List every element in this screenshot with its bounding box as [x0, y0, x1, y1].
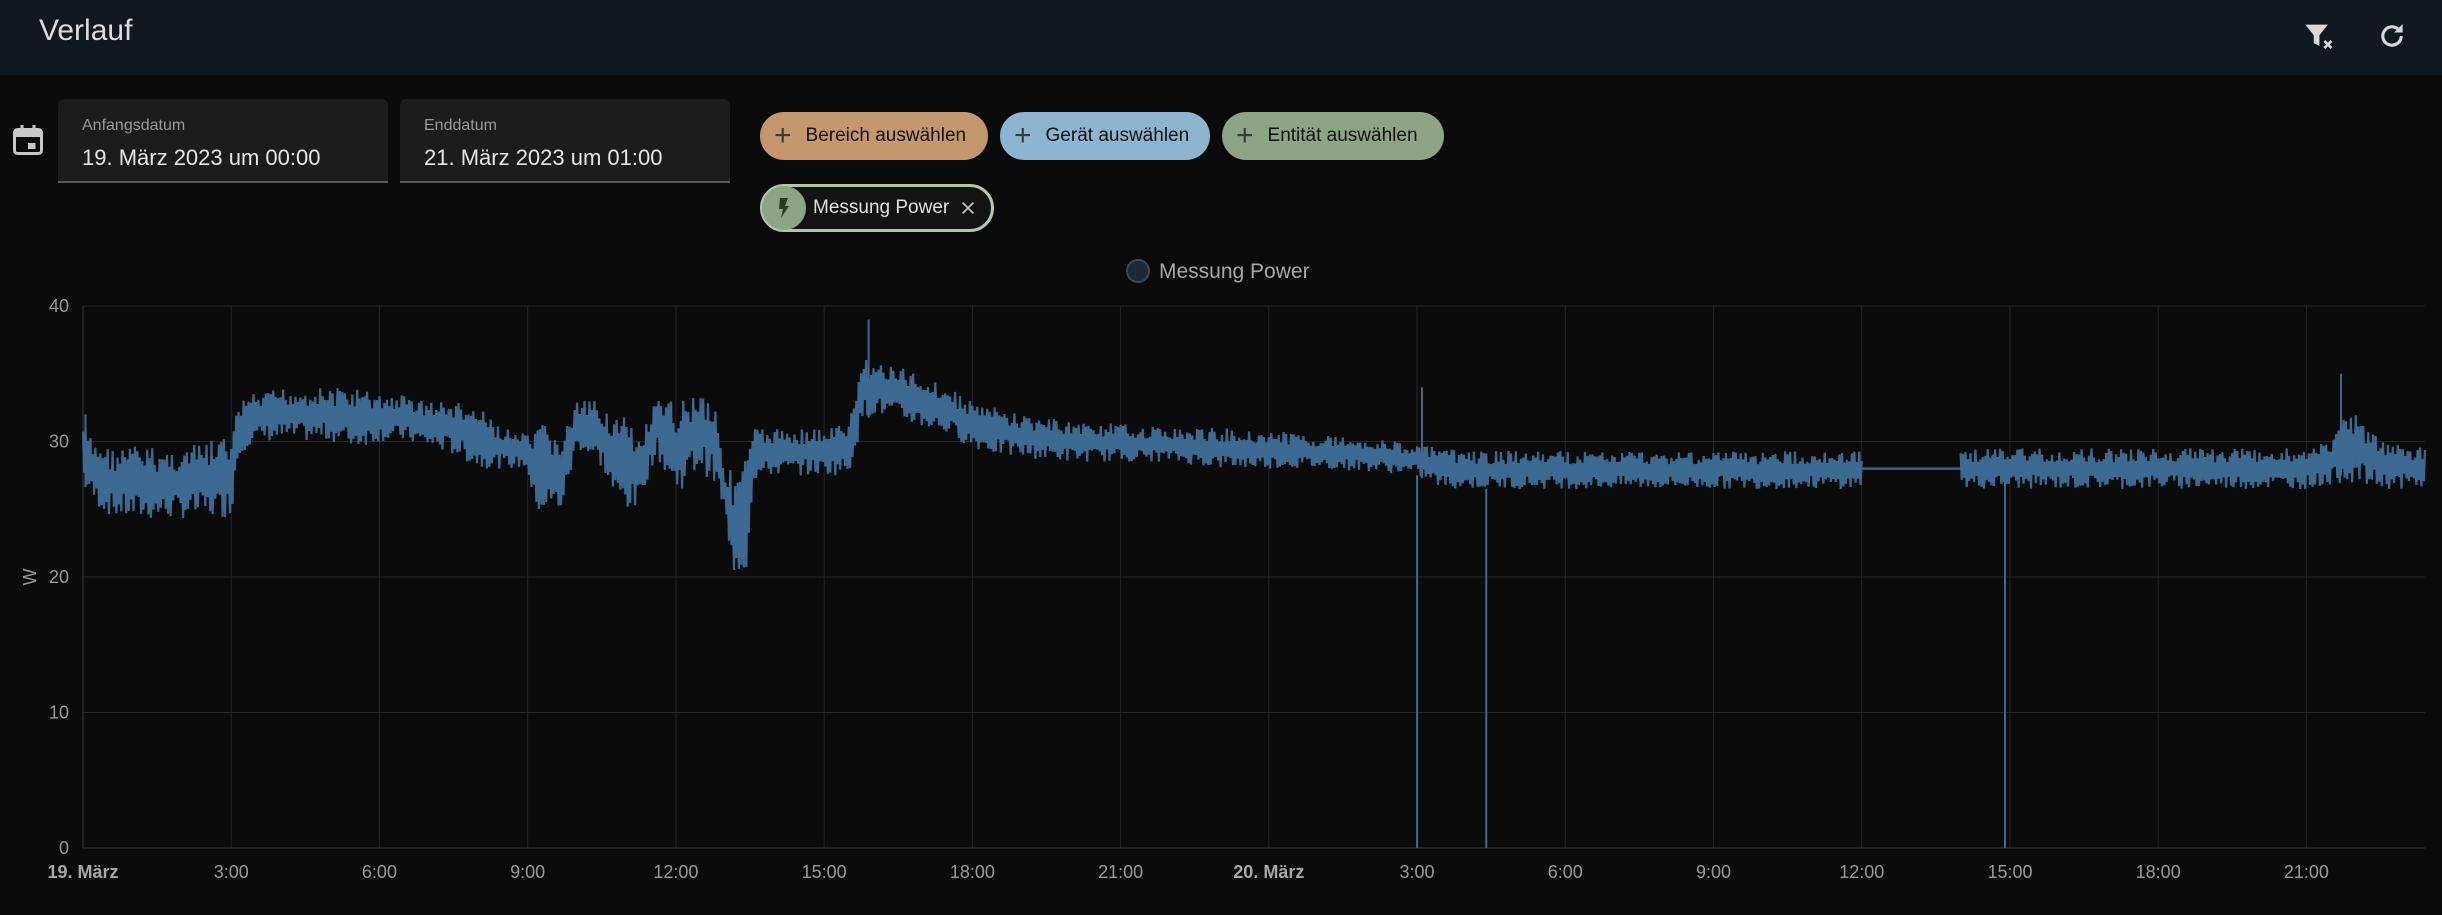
y-axis-label: W — [20, 569, 40, 586]
y-tick-label: 10 — [49, 703, 69, 723]
start-date-value: 19. März 2023 um 00:00 — [82, 145, 321, 170]
x-tick-label: 21:00 — [2284, 862, 2329, 882]
plus-icon: + — [774, 119, 792, 152]
x-tick-label: 15:00 — [1987, 862, 2032, 882]
filter-remove-icon — [2305, 24, 2333, 49]
end-date-value: 21. März 2023 um 01:00 — [424, 145, 663, 170]
entity-icon-badge — [762, 186, 806, 230]
calendar-icon[interactable] — [10, 122, 46, 158]
select-entity-button[interactable]: + Entität auswählen — [1222, 112, 1444, 160]
plus-icon: + — [1014, 119, 1032, 152]
selected-entity-chip: Messung Power — [760, 184, 994, 232]
selected-entity-label: Messung Power — [813, 197, 950, 218]
x-tick-label: 18:00 — [2136, 862, 2181, 882]
start-date-field[interactable]: Anfangsdatum 19. März 2023 um 00:00 — [58, 99, 388, 183]
x-tick-label: 12:00 — [1839, 862, 1884, 882]
clear-filter-button[interactable] — [2296, 14, 2340, 58]
select-entity-label: Entität auswählen — [1267, 125, 1418, 146]
x-tick-label: 12:00 — [653, 862, 698, 882]
select-device-button[interactable]: + Gerät auswählen — [1000, 112, 1210, 160]
start-date-label: Anfangsdatum — [82, 117, 186, 134]
end-date-label: Enddatum — [424, 117, 497, 134]
x-tick-label: 21:00 — [1098, 862, 1143, 882]
y-tick-label: 20 — [49, 567, 69, 587]
y-tick-label: 0 — [59, 838, 69, 858]
x-tick-label: 15:00 — [802, 862, 847, 882]
x-tick-label: 18:00 — [950, 862, 995, 882]
flash-icon — [779, 198, 789, 218]
x-tick-label: 9:00 — [1696, 862, 1731, 882]
y-tick-label: 40 — [49, 296, 69, 316]
x-tick-label: 19. März — [47, 862, 118, 882]
end-date-field[interactable]: Enddatum 21. März 2023 um 01:00 — [400, 99, 730, 183]
legend-label: Messung Power — [1159, 260, 1310, 283]
history-chart: 0 10 20 30 40 19. März 3:00 6:00 9:00 12:00 15:00 1… — [20, 259, 2427, 882]
x-tick-label: 6:00 — [1548, 862, 1583, 882]
x-tick-label: 3:00 — [1400, 862, 1435, 882]
x-tick-label: 6:00 — [362, 862, 397, 882]
select-device-label: Gerät auswählen — [1045, 125, 1190, 146]
plus-icon: + — [1236, 119, 1254, 152]
x-tick-label: 20. März — [1233, 862, 1304, 882]
page-title: Verlauf — [39, 14, 133, 47]
y-tick-label: 30 — [49, 432, 69, 452]
select-area-button[interactable]: + Bereich auswählen — [760, 112, 988, 160]
refresh-button[interactable] — [2370, 14, 2414, 58]
x-tick-label: 3:00 — [214, 862, 249, 882]
app-header: Verlauf — [0, 0, 2442, 75]
close-icon[interactable] — [957, 197, 979, 219]
series-line-segment-2 — [1959, 415, 2427, 489]
refresh-icon — [2381, 23, 2403, 47]
legend-marker — [1126, 259, 1150, 283]
select-area-label: Bereich auswählen — [805, 125, 967, 146]
x-tick-label: 9:00 — [510, 862, 545, 882]
